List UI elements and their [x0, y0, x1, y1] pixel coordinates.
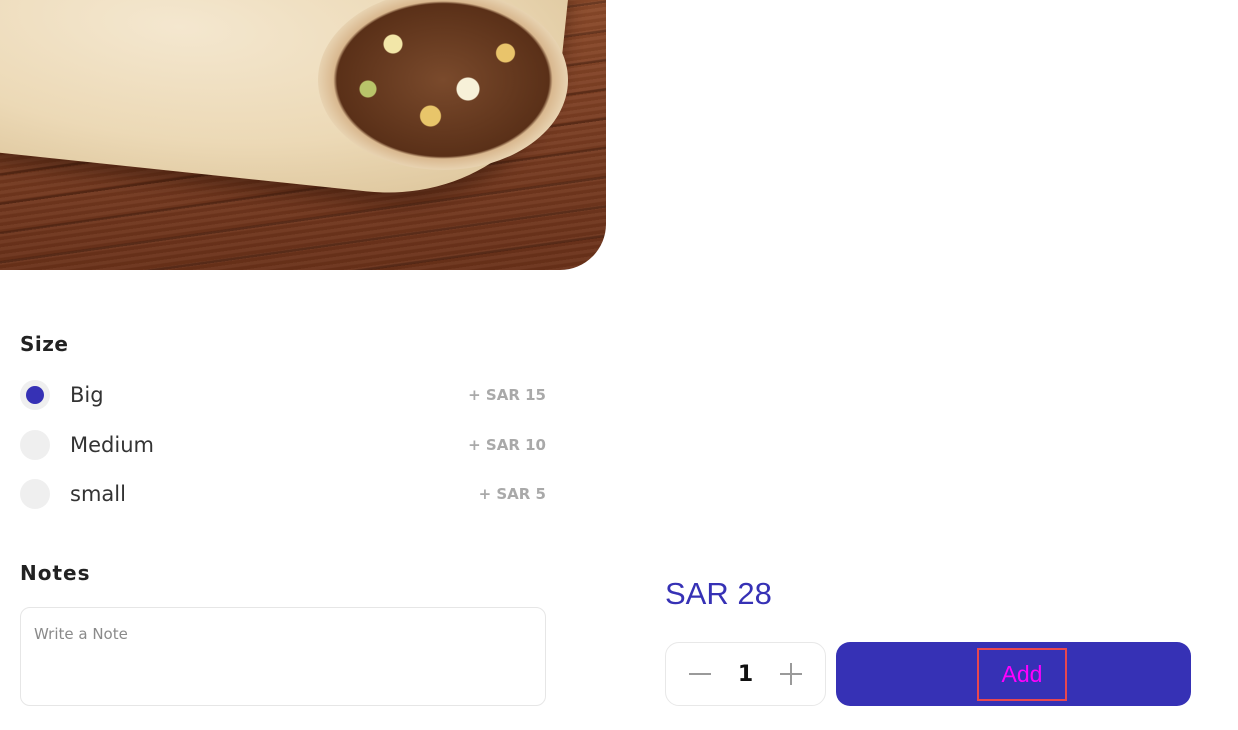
size-option-label: Medium	[70, 433, 154, 457]
size-option-price: + SAR 5	[478, 485, 546, 503]
radio-button-big[interactable]	[20, 380, 50, 410]
plus-icon[interactable]	[779, 662, 803, 686]
quantity-value: 1	[737, 661, 754, 687]
quantity-stepper: 1	[665, 642, 826, 706]
radio-button-medium[interactable]	[20, 430, 50, 460]
notes-textarea[interactable]	[20, 607, 546, 706]
total-price: SAR 28	[665, 576, 772, 611]
minus-icon[interactable]	[688, 662, 712, 686]
size-option-price: + SAR 10	[468, 436, 546, 454]
size-option-label: small	[70, 482, 126, 506]
product-image	[0, 0, 606, 270]
shawarma-filling	[318, 0, 568, 170]
size-option-small[interactable]: small + SAR 5	[20, 478, 546, 510]
size-section-title: Size	[20, 332, 69, 356]
radio-selected-dot	[26, 386, 44, 404]
size-option-price: + SAR 15	[468, 386, 546, 404]
notes-section-title: Notes	[20, 561, 91, 585]
size-option-big[interactable]: Big + SAR 15	[20, 379, 546, 411]
radio-button-small[interactable]	[20, 479, 50, 509]
size-option-label: Big	[70, 383, 104, 407]
size-option-medium[interactable]: Medium + SAR 10	[20, 429, 546, 461]
add-button-label[interactable]: Add	[977, 648, 1067, 701]
